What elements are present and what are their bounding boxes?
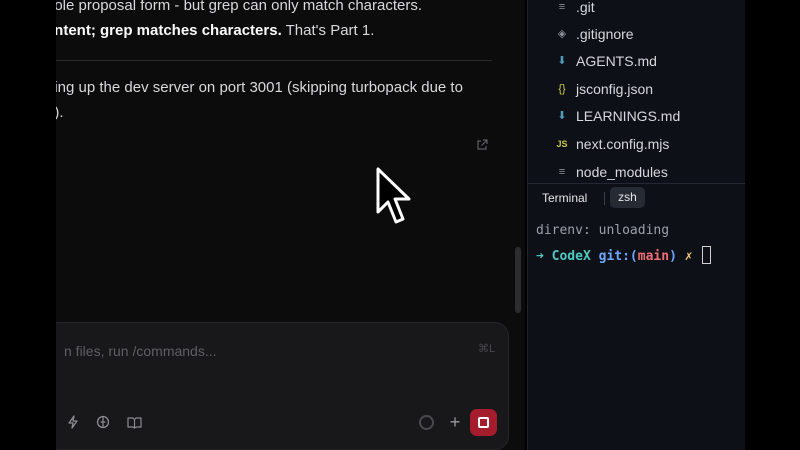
chat-pane: hole proposal form - but grep can only m… — [0, 0, 525, 450]
side-panel: ≡ .git ◈ .gitignore ⬇ AGENTS.md {} jscon… — [527, 0, 746, 450]
prompt-branch: main — [637, 249, 670, 264]
terminal-cursor — [702, 246, 712, 264]
file-item-gitignore[interactable]: ◈ .gitignore — [528, 21, 746, 47]
terminal-line: direnv: unloading — [536, 223, 670, 238]
terminal-tab-bar: Terminal zsh — [528, 184, 746, 212]
prompt-dirty-icon: ✗ — [684, 249, 693, 264]
composer-placeholder[interactable]: n files, run /commands... — [64, 343, 217, 359]
file-item-git[interactable]: ≡ .git — [528, 0, 746, 20]
tab-separator — [604, 192, 605, 205]
book-icon[interactable] — [126, 414, 142, 430]
list-icon: ≡ — [558, 1, 566, 13]
file-name: .git — [576, 0, 595, 15]
file-item-next-config[interactable]: JS next.config.mjs — [528, 131, 746, 157]
stop-icon — [478, 417, 489, 428]
mouse-cursor-icon — [376, 167, 411, 224]
prompt-git-label: git:( — [598, 249, 638, 264]
globe-icon[interactable] — [95, 414, 111, 430]
left-edge-shade — [0, 0, 56, 450]
message-bold-text: intent; grep matches characters. — [50, 22, 282, 39]
file-name: LEARNINGS.md — [576, 108, 681, 124]
message-line-3: ning up the dev server on port 3001 (ski… — [46, 79, 463, 96]
file-name: next.config.mjs — [576, 136, 670, 152]
js-icon: JS — [556, 139, 568, 149]
lightning-icon[interactable] — [65, 414, 81, 430]
braces-icon: {} — [558, 83, 566, 95]
file-tree: ≡ .git ◈ .gitignore ⬇ AGENTS.md {} jscon… — [528, 0, 746, 183]
file-item-agents-md[interactable]: ⬇ AGENTS.md — [528, 48, 746, 74]
add-context-button[interactable]: + — [447, 412, 463, 432]
right-edge-shade — [745, 0, 800, 450]
message-divider — [56, 60, 492, 61]
message-line-1: hole proposal form - but grep can only m… — [46, 0, 423, 14]
prompt-git-close: ) — [669, 249, 677, 264]
terminal-prompt: ➜ CodeX git:(main) ✗ — [536, 246, 712, 264]
external-link-icon[interactable] — [476, 139, 490, 153]
file-item-jsconfig[interactable]: {} jsconfig.json — [528, 76, 746, 102]
stop-generation-button[interactable] — [470, 409, 497, 436]
arrow-down-icon: ⬇ — [557, 55, 567, 67]
message-line-2: intent; grep matches characters. That's … — [50, 22, 374, 39]
terminal-output[interactable]: direnv: unloading ➜ CodeX git:(main) ✗ — [528, 212, 746, 450]
file-name: .gitignore — [576, 26, 634, 42]
prompt-arrow-icon: ➜ — [536, 249, 544, 264]
file-item-node-modules[interactable]: ≡ node_modules — [528, 159, 746, 185]
arrow-down-icon: ⬇ — [557, 110, 567, 122]
file-name: node_modules — [576, 164, 668, 180]
file-item-learnings-md[interactable]: ⬇ LEARNINGS.md — [528, 103, 746, 129]
composer-box[interactable] — [44, 322, 509, 450]
file-name: AGENTS.md — [576, 53, 657, 69]
prompt-directory: CodeX — [551, 249, 591, 264]
file-name: jsconfig.json — [576, 81, 654, 97]
context-usage-ring-icon — [419, 415, 434, 430]
tab-terminal[interactable]: Terminal — [542, 191, 587, 205]
list-icon: ≡ — [558, 166, 566, 178]
shortcut-hint: ⌘L — [478, 343, 496, 355]
tab-zsh[interactable]: zsh — [610, 187, 645, 208]
diamond-icon: ◈ — [557, 28, 567, 40]
chat-scrollbar[interactable] — [515, 247, 521, 313]
message-plain-text: That's Part 1. — [281, 22, 375, 39]
